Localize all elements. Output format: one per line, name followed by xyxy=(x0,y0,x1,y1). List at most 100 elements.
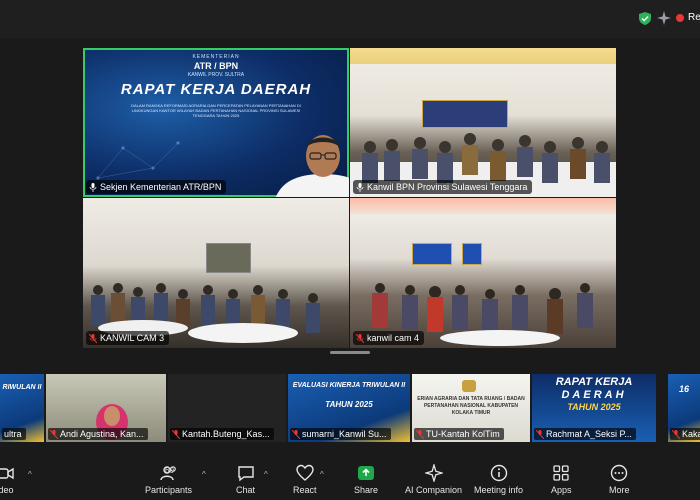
chat-button[interactable]: Chat xyxy=(236,464,255,495)
participant-name: Kanwil BPN Provinsi Sulawesi Tenggara xyxy=(367,182,528,192)
apps-button[interactable]: Apps xyxy=(551,464,572,495)
participants-button[interactable]: 60 Participants xyxy=(145,464,192,495)
resize-handle[interactable] xyxy=(330,351,370,354)
slide-text: TAHUN 2025 xyxy=(567,402,621,412)
slide-text: DAERAH xyxy=(561,389,627,401)
share-screen-icon xyxy=(358,466,375,480)
speaker-video xyxy=(275,135,349,197)
participants-options-caret[interactable]: ^ xyxy=(202,470,206,479)
stage-screen xyxy=(462,243,482,265)
recording-indicator[interactable]: Re xyxy=(676,12,700,23)
shield-icon[interactable] xyxy=(639,12,651,25)
more-button[interactable]: More xyxy=(609,464,630,495)
participant-name: KANWIL CAM 3 xyxy=(100,333,165,343)
video-label: ideo xyxy=(0,485,14,495)
slide-text: TAHUN 2025 xyxy=(325,400,373,409)
participant-name-tag: sumarni_Kanwil Su... xyxy=(290,428,391,440)
chat-label: Chat xyxy=(236,485,256,495)
ai-companion-button[interactable]: AI Companion xyxy=(405,464,462,495)
share-label: Share xyxy=(354,485,379,495)
ceiling-lights xyxy=(350,48,616,64)
film-tile[interactable]: Kantah.Buteng_Kas... xyxy=(168,374,286,442)
video-tile-kanwil-bpn[interactable]: Kanwil BPN Provinsi Sulawesi Tenggara xyxy=(350,48,616,197)
film-tile[interactable]: EVALUASI KINERJA TRIWULAN II TAHUN 2025 … xyxy=(288,374,410,442)
video-options-caret[interactable]: ^ xyxy=(28,470,32,479)
top-bar: Re xyxy=(0,0,700,38)
mic-muted-icon xyxy=(416,429,424,439)
slide-text: EVALUASI KINERJA TRIWULAN II xyxy=(292,382,406,389)
atr-bpn-logo: ATR / BPN xyxy=(193,61,239,71)
react-label: React xyxy=(293,485,317,495)
mic-muted-icon xyxy=(536,429,544,439)
slide-text: 16 xyxy=(678,384,689,394)
participant-name-tag: Andi Agustina, Kan... xyxy=(48,428,148,440)
participant-name: Andi Agustina, Kan... xyxy=(60,429,144,439)
video-stage: KEMENTERIAN ATR / BPN KANWIL PROV. SULTR… xyxy=(0,38,700,358)
mic-muted-icon xyxy=(172,429,180,439)
mic-muted-icon xyxy=(356,333,364,343)
participant-name: TU-Kantah KolTim xyxy=(426,429,500,439)
film-tile[interactable]: 16 Kakanw xyxy=(668,374,700,442)
participant-name-tag: Rachmat A_Seksi P... xyxy=(534,428,636,440)
participant-name: kanwil cam 4 xyxy=(367,333,420,343)
ceiling-lights xyxy=(350,198,616,214)
stage-screen xyxy=(412,243,452,265)
mic-muted-icon xyxy=(292,429,300,439)
video-camera-icon xyxy=(0,467,14,480)
record-dot-icon xyxy=(676,13,684,22)
mic-muted-icon xyxy=(50,429,58,439)
mic-icon xyxy=(89,182,97,192)
slide-subtitle: DALAM RANGKA REFORMASI AGRARIA DAN PERCE… xyxy=(131,103,301,118)
participant-name-tag: kanwil cam 4 xyxy=(353,331,425,345)
film-tile[interactable]: RIWULAN II ultra xyxy=(0,374,44,442)
participants-count: 60 xyxy=(165,466,174,475)
meeting-info-label: Meeting info xyxy=(474,485,524,495)
slide-ministry-label: KEMENTERIAN xyxy=(192,54,240,60)
slide-text: RAPAT KERJA xyxy=(555,376,633,388)
share-button[interactable]: Share xyxy=(354,464,378,495)
participant-name-tag: Kakanw xyxy=(670,428,700,440)
apps-label: Apps xyxy=(551,485,572,495)
react-button[interactable]: React xyxy=(293,464,317,495)
apps-icon xyxy=(553,465,569,481)
participant-name: ultra xyxy=(4,429,22,439)
heart-icon xyxy=(296,464,314,481)
record-label: Re xyxy=(688,12,700,23)
slide-title: RAPAT KERJA DAERAH xyxy=(120,81,312,98)
participant-name-tag: Sekjen Kementerian ATR/BPN xyxy=(86,180,227,194)
participant-name-tag: TU-Kantah KolTim xyxy=(414,428,504,440)
participants-label: Participants xyxy=(145,485,193,495)
participant-filmstrip: RIWULAN II ultra Andi Agustina, Kan... K… xyxy=(0,372,700,442)
video-tile-sekjen[interactable]: KEMENTERIAN ATR / BPN KANWIL PROV. SULTR… xyxy=(83,48,349,197)
more-label: More xyxy=(609,485,630,495)
film-tile[interactable]: ERIAN AGRARIA DAN TATA RUANG / BADAN PER… xyxy=(412,374,530,442)
coat-of-arms-icon xyxy=(462,380,476,392)
mic-muted-icon xyxy=(89,333,97,343)
film-tile[interactable]: RAPAT KERJA DAERAH TAHUN 2025 Rachmat A_… xyxy=(532,374,656,442)
slide-kanwil-label: KANWIL PROV. SULTRA xyxy=(187,72,245,78)
info-icon xyxy=(490,464,507,482)
participant-name: Kantah.Buteng_Kas... xyxy=(182,429,270,439)
mic-muted-icon xyxy=(672,429,680,439)
video-tile-kanwil-cam-4[interactable]: kanwil cam 4 xyxy=(350,198,616,348)
signboard-text: ERIAN AGRARIA DAN TATA RUANG / BADAN PER… xyxy=(417,396,525,416)
meeting-toolbar: ideo ^ 60 Participants ^ Chat ^ React ^ … xyxy=(0,456,700,500)
sparkle-icon[interactable] xyxy=(657,11,671,25)
participant-name-tag: Kantah.Buteng_Kas... xyxy=(170,428,274,440)
chat-icon xyxy=(237,466,254,482)
react-options-caret[interactable]: ^ xyxy=(320,470,324,479)
participant-name-tag: ultra xyxy=(2,428,26,440)
participant-name-tag: KANWIL CAM 3 xyxy=(86,331,170,345)
more-icon xyxy=(611,464,628,482)
chat-options-caret[interactable]: ^ xyxy=(264,470,268,479)
participant-name: Sekjen Kementerian ATR/BPN xyxy=(100,182,222,192)
ai-sparkle-icon xyxy=(424,464,443,482)
meeting-info-button[interactable]: Meeting info xyxy=(474,464,523,495)
mic-icon xyxy=(356,182,364,192)
participant-name-tag: Kanwil BPN Provinsi Sulawesi Tenggara xyxy=(353,180,533,194)
video-tile-kanwil-cam-3[interactable]: KANWIL CAM 3 xyxy=(83,198,349,348)
participant-name: Rachmat A_Seksi P... xyxy=(546,429,632,439)
film-tile[interactable]: Andi Agustina, Kan... xyxy=(46,374,166,442)
participant-name: sumarni_Kanwil Su... xyxy=(302,429,387,439)
video-button[interactable]: ideo xyxy=(0,464,14,495)
